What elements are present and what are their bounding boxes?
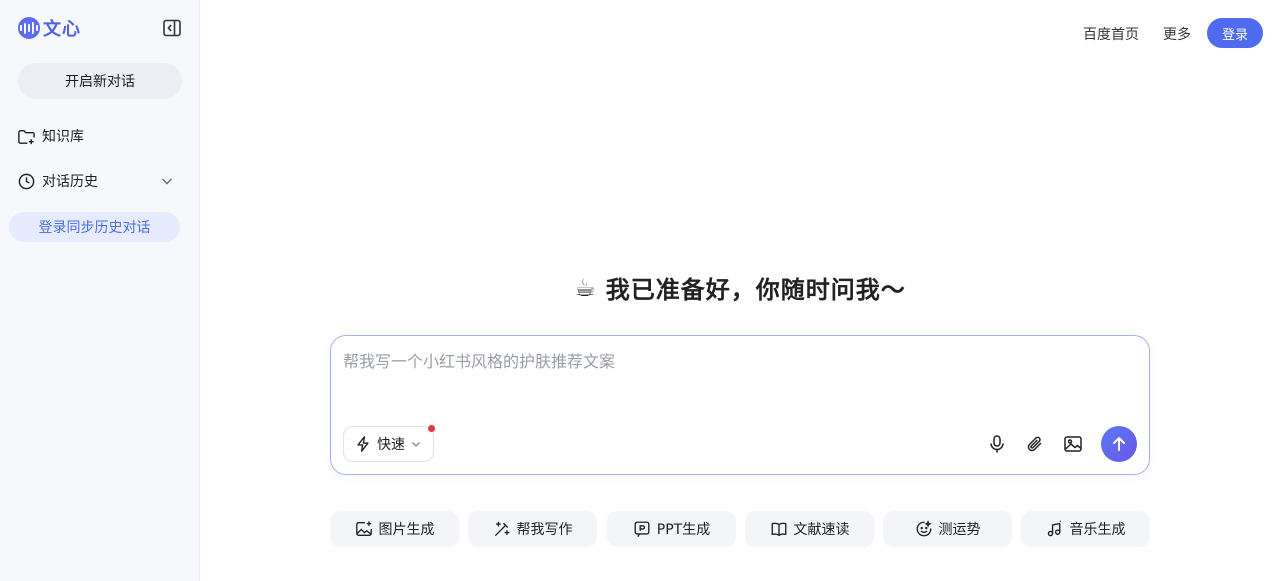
more-link[interactable]: 更多: [1163, 24, 1191, 44]
fortune-icon: [916, 520, 932, 537]
quick-action-label: 测运势: [938, 522, 981, 538]
sidebar-collapse-icon: [163, 19, 181, 37]
login-sync-history-button[interactable]: 登录同步历史对话: [9, 212, 180, 242]
login-button[interactable]: 登录: [1207, 18, 1263, 48]
chevron-down-icon: [412, 442, 420, 447]
logo[interactable]: 文心: [18, 16, 81, 40]
quick-action-label: 文献速读: [793, 522, 850, 538]
chevron-down-icon: [162, 178, 172, 185]
upload-image-button[interactable]: [1061, 432, 1085, 456]
new-chat-button[interactable]: 开启新对话: [18, 63, 182, 99]
quick-action-label: 音乐生成: [1069, 522, 1126, 538]
logo-icon: [18, 17, 40, 39]
quick-action-image-gen[interactable]: 图片生成: [330, 511, 459, 547]
lightning-icon: [357, 436, 369, 452]
sidebar-item-history[interactable]: 对话历史: [17, 169, 177, 193]
book-icon: [771, 522, 786, 536]
quick-action-literature[interactable]: 文献速读: [745, 511, 874, 547]
image-gen-icon: [355, 521, 372, 536]
arrow-up-icon: [1113, 437, 1125, 451]
send-button[interactable]: [1101, 426, 1137, 462]
quick-action-writing[interactable]: 帮我写作: [468, 511, 597, 547]
paperclip-icon: [1027, 436, 1042, 452]
quick-action-ppt[interactable]: PPT生成: [607, 511, 736, 547]
greeting-title: 我已准备好，你随时问我～: [605, 276, 906, 304]
baidu-home-link[interactable]: 百度首页: [1083, 24, 1139, 44]
sidebar-item-knowledge[interactable]: 知识库: [17, 124, 177, 148]
sidebar-item-label: 对话历史: [42, 174, 98, 190]
greeting: ☕ 我已准备好，你随时问我～: [330, 270, 1150, 305]
logo-text: 文心: [43, 19, 81, 40]
quick-action-fortune[interactable]: 测运势: [883, 511, 1012, 547]
coffee-icon: ☕: [574, 273, 596, 302]
collapse-sidebar-button[interactable]: [161, 17, 183, 39]
quick-action-label: 图片生成: [378, 522, 435, 538]
chat-input-box: 快速: [330, 335, 1150, 475]
ppt-icon: [634, 521, 650, 537]
magic-pen-icon: [494, 521, 509, 536]
music-icon: [1047, 520, 1061, 537]
mode-select[interactable]: 快速: [343, 425, 435, 462]
mode-label: 快速: [377, 437, 405, 453]
prompt-input[interactable]: [343, 348, 1133, 418]
quick-action-label: 帮我写作: [516, 522, 573, 538]
clock-icon: [18, 173, 35, 189]
image-icon: [1064, 436, 1082, 452]
quick-action-label: PPT生成: [656, 522, 711, 538]
voice-input-button[interactable]: [985, 432, 1009, 456]
sidebar-item-label: 知识库: [42, 129, 84, 145]
quick-action-music[interactable]: 音乐生成: [1021, 511, 1150, 547]
microphone-icon: [990, 435, 1004, 453]
new-badge-dot: [428, 425, 435, 432]
sidebar: 文心 开启新对话 知识库 对话历史 登录同步历史对话: [0, 0, 200, 581]
folder-icon: [18, 129, 35, 144]
attach-file-button[interactable]: [1023, 432, 1047, 456]
